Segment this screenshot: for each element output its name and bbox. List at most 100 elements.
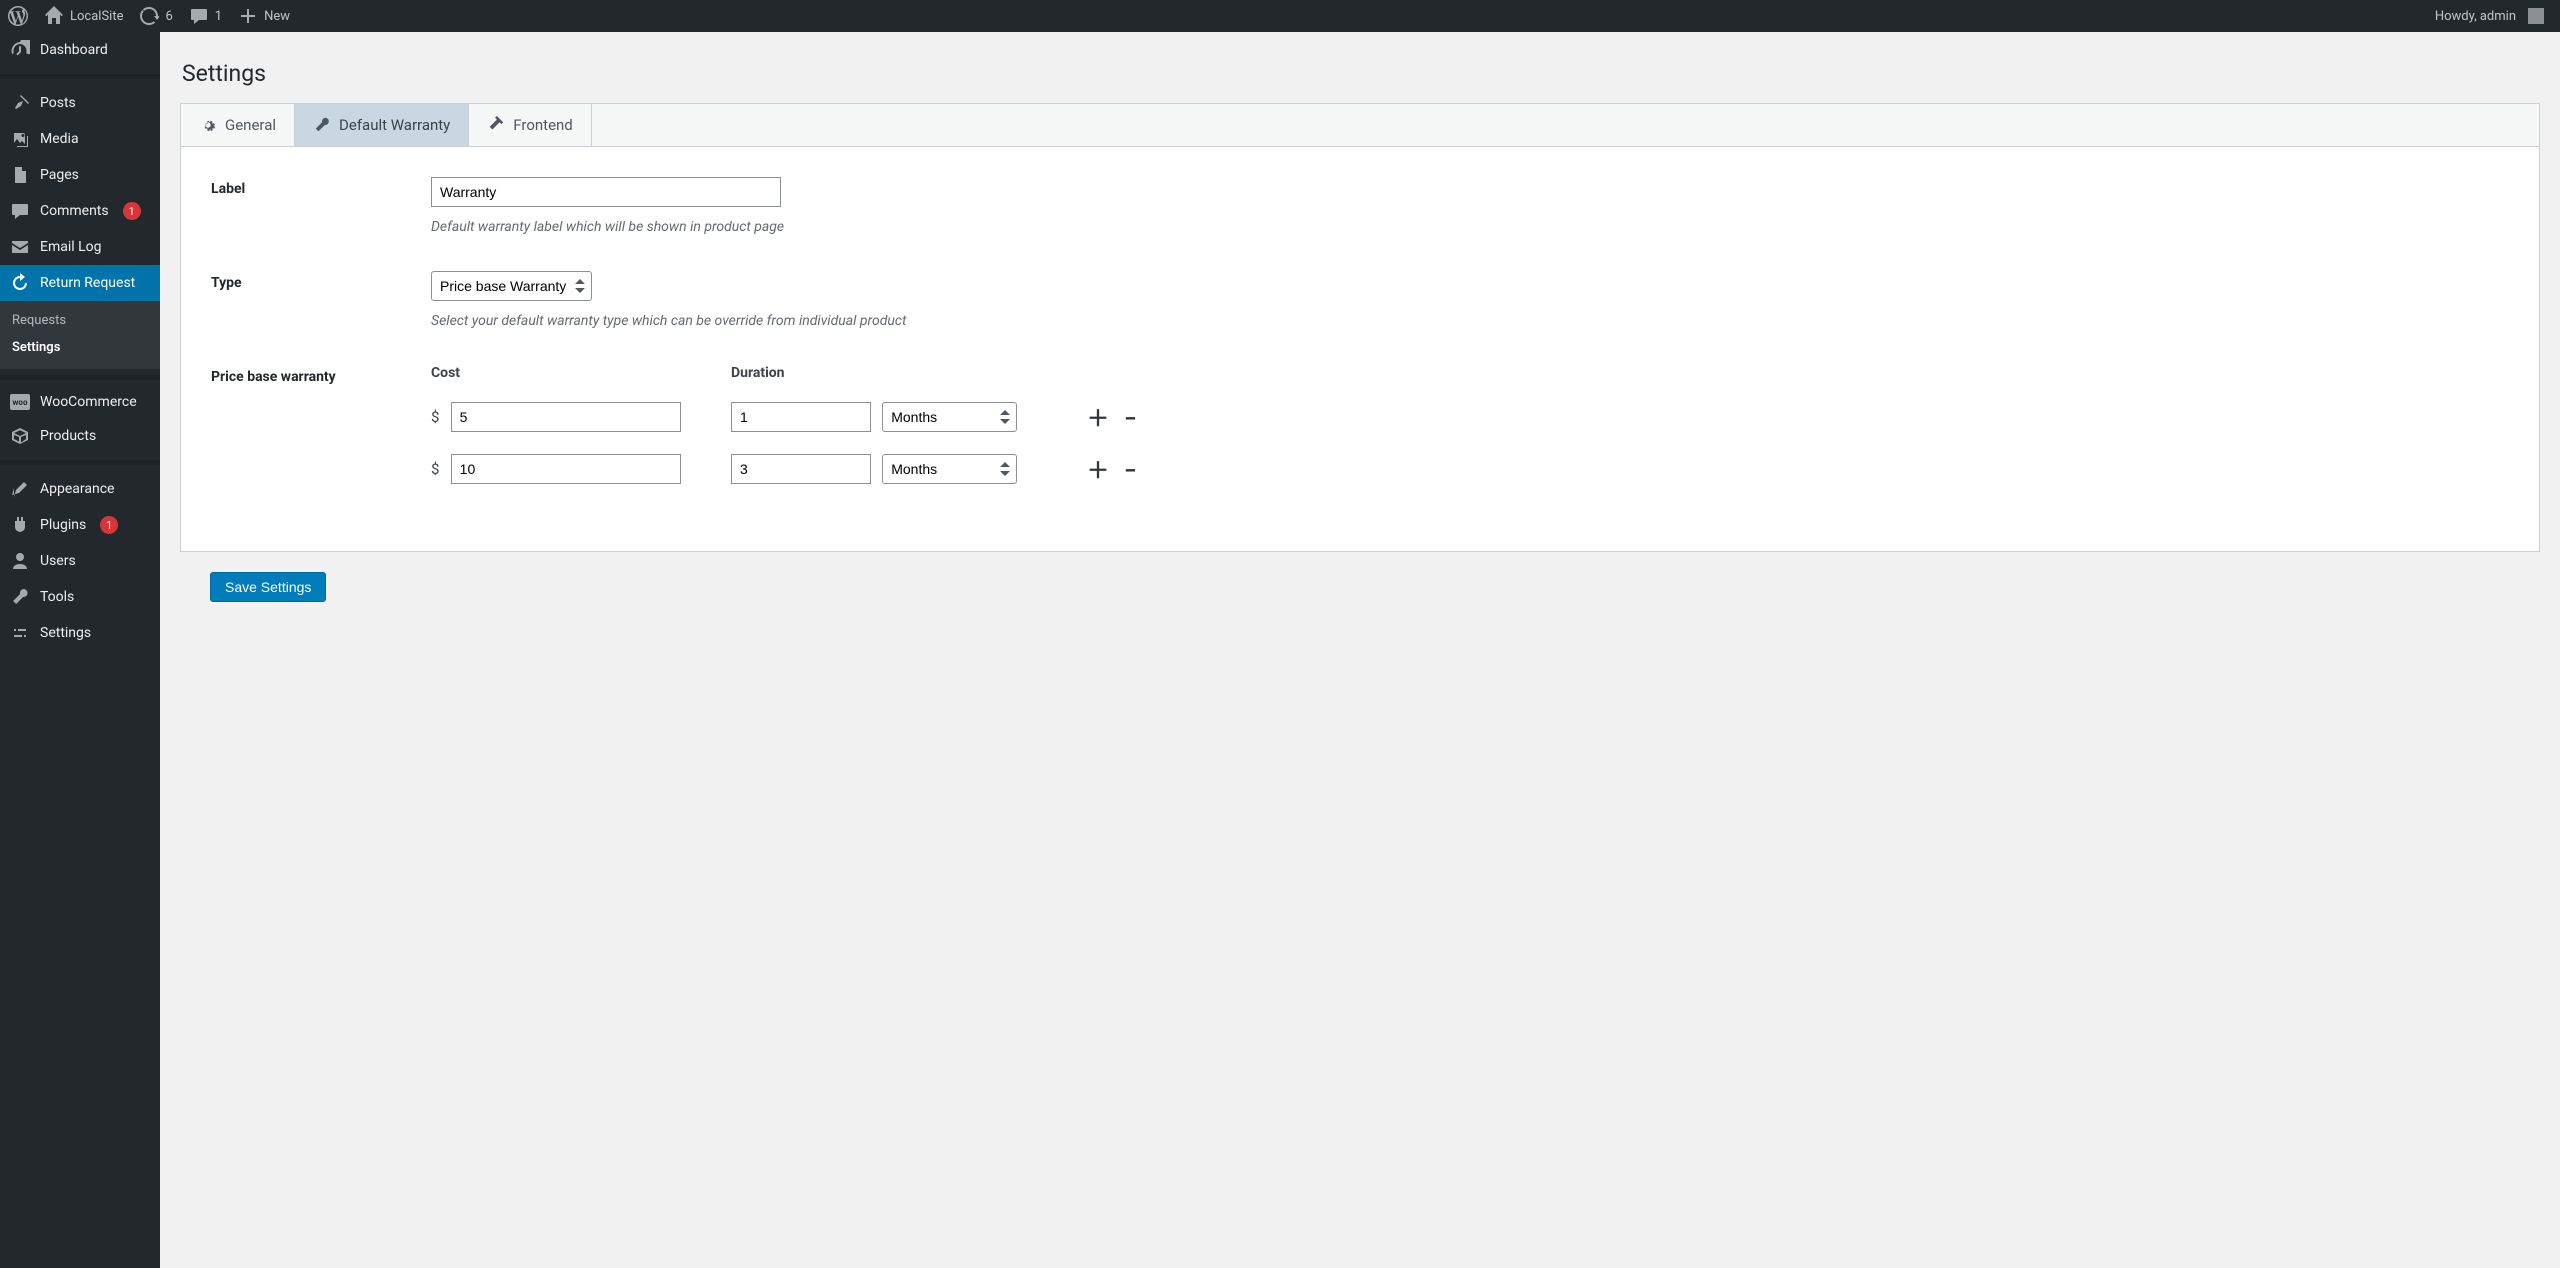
tab-general[interactable]: General <box>181 104 295 146</box>
comment-icon <box>10 201 30 221</box>
gear-icon <box>199 116 217 134</box>
label-heading: Label <box>211 177 431 235</box>
tools-icon <box>10 587 30 607</box>
submenu-settings[interactable]: Settings <box>0 334 160 361</box>
update-icon <box>139 6 159 26</box>
remove-row-button[interactable]: − <box>1118 459 1142 484</box>
tab-frontend[interactable]: Frontend <box>469 104 591 146</box>
page-title: Settings <box>182 60 2540 87</box>
hammer-icon <box>487 116 505 134</box>
menu-woocommerce[interactable]: woo WooCommerce <box>0 386 160 418</box>
pbw-row: $ Months ＋ − <box>431 453 2509 485</box>
settings-panel: Label Default warranty label which will … <box>180 147 2540 552</box>
menu-tools[interactable]: Tools <box>0 579 160 615</box>
duration-unit-select[interactable]: Months <box>882 402 1017 432</box>
appearance-icon <box>10 479 30 499</box>
menu-users-label: Users <box>40 553 76 569</box>
comments-badge: 1 <box>123 202 141 220</box>
submenu-requests[interactable]: Requests <box>0 307 160 334</box>
account-link[interactable]: Howdy, admin <box>2427 0 2552 32</box>
duration-unit-select[interactable]: Months <box>882 454 1017 484</box>
wrench-icon <box>313 116 331 134</box>
howdy-text: Howdy, admin <box>2435 9 2516 24</box>
updates-link[interactable]: 6 <box>131 0 180 32</box>
menu-plugins[interactable]: Plugins 1 <box>0 507 160 543</box>
wordpress-icon <box>8 6 28 26</box>
duration-input[interactable] <box>731 454 871 484</box>
cost-input[interactable] <box>451 454 681 484</box>
type-heading: Type <box>211 271 431 329</box>
menu-comments[interactable]: Comments 1 <box>0 193 160 229</box>
menu-dashboard[interactable]: Dashboard <box>0 32 160 68</box>
content: Settings General Default Warranty Fronte… <box>160 32 2560 1268</box>
col-duration-header: Duration <box>731 365 1081 381</box>
site-name: LocalSite <box>70 9 123 24</box>
menu-posts-label: Posts <box>40 95 76 111</box>
page-icon <box>10 165 30 185</box>
plugin-icon <box>10 515 30 535</box>
menu-products[interactable]: Products <box>0 418 160 454</box>
save-settings-button[interactable]: Save Settings <box>210 572 326 602</box>
return-icon <box>10 273 30 293</box>
submenu-return-request: Requests Settings <box>0 301 160 369</box>
menu-return-request-label: Return Request <box>40 275 135 291</box>
type-select[interactable]: Price base Warranty <box>431 271 592 301</box>
settings-icon <box>10 623 30 643</box>
updates-count: 6 <box>165 9 172 24</box>
wp-logo[interactable] <box>0 0 36 32</box>
comments-link[interactable]: 1 <box>181 0 230 32</box>
menu-return-request[interactable]: Return Request <box>0 265 160 301</box>
add-row-button[interactable]: ＋ <box>1081 407 1115 432</box>
menu-woocommerce-label: WooCommerce <box>40 394 137 410</box>
tab-general-label: General <box>225 116 276 134</box>
row-label: Label Default warranty label which will … <box>211 177 2509 235</box>
tab-default-warranty[interactable]: Default Warranty <box>295 104 469 146</box>
menu-appearance[interactable]: Appearance <box>0 471 160 507</box>
type-desc: Select your default warranty type which … <box>431 313 2509 329</box>
menu-settings-label: Settings <box>40 625 91 641</box>
menu-users[interactable]: Users <box>0 543 160 579</box>
menu-email-log-label: Email Log <box>40 239 102 255</box>
products-icon <box>10 426 30 446</box>
admin-menu: Dashboard Posts Media Pages Comments 1 E… <box>0 32 160 1268</box>
menu-settings[interactable]: Settings <box>0 615 160 651</box>
site-name-link[interactable]: LocalSite <box>36 0 131 32</box>
menu-media[interactable]: Media <box>0 121 160 157</box>
pbw-header: Cost Duration <box>431 365 2509 381</box>
plus-icon <box>238 6 258 26</box>
new-content-link[interactable]: New <box>230 0 298 32</box>
menu-plugins-label: Plugins <box>40 517 86 533</box>
menu-posts[interactable]: Posts <box>0 85 160 121</box>
avatar <box>2528 8 2544 24</box>
remove-row-button[interactable]: − <box>1118 407 1142 432</box>
dashboard-icon <box>10 40 30 60</box>
comments-count: 1 <box>215 9 222 24</box>
woo-icon: woo <box>10 394 30 410</box>
pbw-heading: Price base warranty <box>211 365 431 505</box>
home-icon <box>44 6 64 26</box>
col-cost-header: Cost <box>431 365 731 381</box>
pbw-row: $ Months ＋ − <box>431 401 2509 433</box>
label-desc: Default warranty label which will be sho… <box>431 219 2509 235</box>
comment-icon <box>189 6 209 26</box>
users-icon <box>10 551 30 571</box>
label-input[interactable] <box>431 177 781 207</box>
cost-input[interactable] <box>451 402 681 432</box>
add-row-button[interactable]: ＋ <box>1081 459 1115 484</box>
email-icon <box>10 237 30 257</box>
menu-tools-label: Tools <box>40 589 74 605</box>
menu-pages[interactable]: Pages <box>0 157 160 193</box>
row-price-base-warranty: Price base warranty Cost Duration $ <box>211 365 2509 505</box>
menu-email-log[interactable]: Email Log <box>0 229 160 265</box>
menu-dashboard-label: Dashboard <box>40 42 108 58</box>
row-type: Type Price base Warranty Select your def… <box>211 271 2509 329</box>
tabs: General Default Warranty Frontend <box>180 103 2540 147</box>
menu-media-label: Media <box>40 131 79 147</box>
new-label: New <box>264 9 290 24</box>
menu-products-label: Products <box>40 428 96 444</box>
plugins-badge: 1 <box>100 516 118 534</box>
tab-frontend-label: Frontend <box>513 116 572 134</box>
pin-icon <box>10 93 30 113</box>
tab-default-warranty-label: Default Warranty <box>339 116 450 134</box>
duration-input[interactable] <box>731 402 871 432</box>
